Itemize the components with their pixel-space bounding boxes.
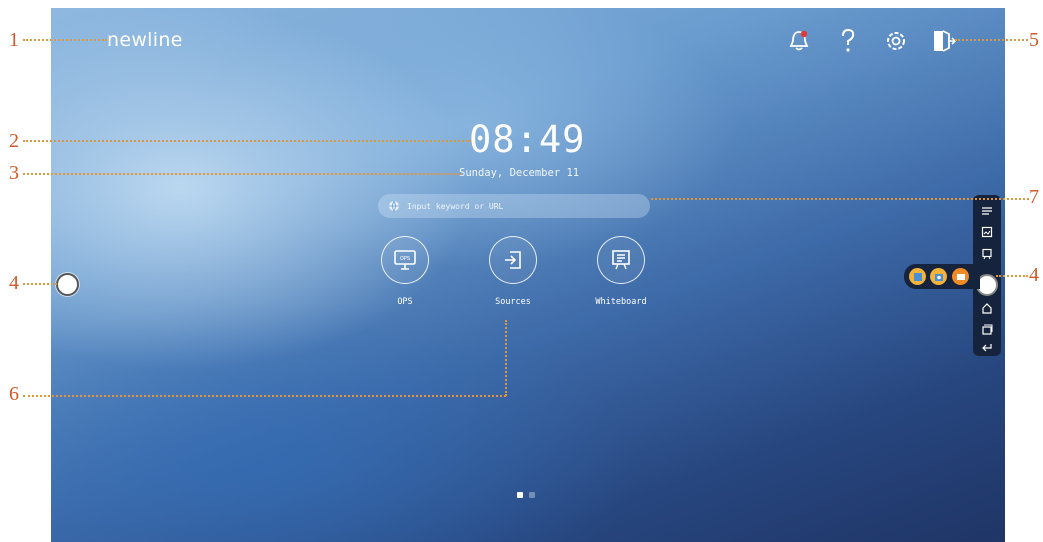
callout-3: 3 — [9, 162, 19, 184]
search-input[interactable] — [405, 200, 639, 212]
leader-2 — [23, 140, 471, 142]
app-label-sources: Sources — [495, 297, 531, 307]
notification-bell-icon[interactable] — [786, 28, 812, 54]
settings-icon[interactable] — [883, 28, 909, 54]
callout-4-left: 4 — [9, 272, 19, 294]
clock-time: 08:49 — [469, 118, 586, 161]
left-float-menu-button[interactable] — [56, 273, 79, 296]
leader-6 — [23, 395, 506, 397]
app-whiteboard[interactable]: Whiteboard — [581, 236, 661, 307]
callout-5: 5 — [1029, 29, 1039, 51]
callout-7: 7 — [1029, 186, 1039, 208]
callout-2: 2 — [9, 130, 19, 152]
whiteboard-icon — [597, 236, 645, 284]
home-icon[interactable] — [979, 301, 995, 315]
ops-icon: OPS — [381, 236, 429, 284]
gallery-icon[interactable] — [909, 268, 926, 285]
leader-3 — [23, 173, 461, 175]
callout-4-right: 4 — [1029, 264, 1039, 286]
app-sources[interactable]: Sources — [473, 236, 553, 307]
app-ops[interactable]: OPS OPS — [365, 236, 445, 307]
callout-1: 1 — [9, 29, 19, 51]
exit-icon[interactable] — [931, 28, 957, 54]
app-label-ops: OPS — [397, 297, 413, 307]
back-icon[interactable] — [979, 340, 995, 354]
svg-text:OPS: OPS — [400, 256, 410, 262]
leader-7 — [651, 198, 1029, 200]
callout-6: 6 — [9, 383, 19, 405]
whiteboard-small-icon[interactable] — [979, 247, 995, 261]
app-label-whiteboard: Whiteboard — [595, 297, 647, 307]
task-view-icon[interactable] — [979, 322, 995, 336]
page-indicator — [517, 492, 535, 498]
leader-1 — [23, 39, 107, 41]
search-bar[interactable] — [378, 194, 650, 218]
newline-logo: newline — [107, 29, 183, 51]
quick-app-tray — [904, 264, 980, 289]
leader-6-vertical — [505, 320, 507, 396]
screenshot-icon[interactable] — [979, 225, 995, 239]
clock-date: Sunday, December 11 — [459, 167, 580, 179]
globe-icon — [389, 200, 399, 212]
desktop-screen: newline 08:49 Sunday, December 11 OPS OP… — [51, 8, 1005, 542]
camera-icon[interactable] — [930, 268, 947, 285]
annotation-icon[interactable] — [979, 204, 995, 218]
help-icon[interactable] — [835, 28, 861, 54]
leader-4-right — [996, 275, 1028, 277]
leader-4-left — [23, 283, 57, 285]
message-icon[interactable] — [952, 268, 969, 285]
page-dot-active[interactable] — [517, 492, 523, 498]
sources-icon — [489, 236, 537, 284]
leader-5 — [955, 39, 1028, 41]
page-dot[interactable] — [529, 492, 535, 498]
